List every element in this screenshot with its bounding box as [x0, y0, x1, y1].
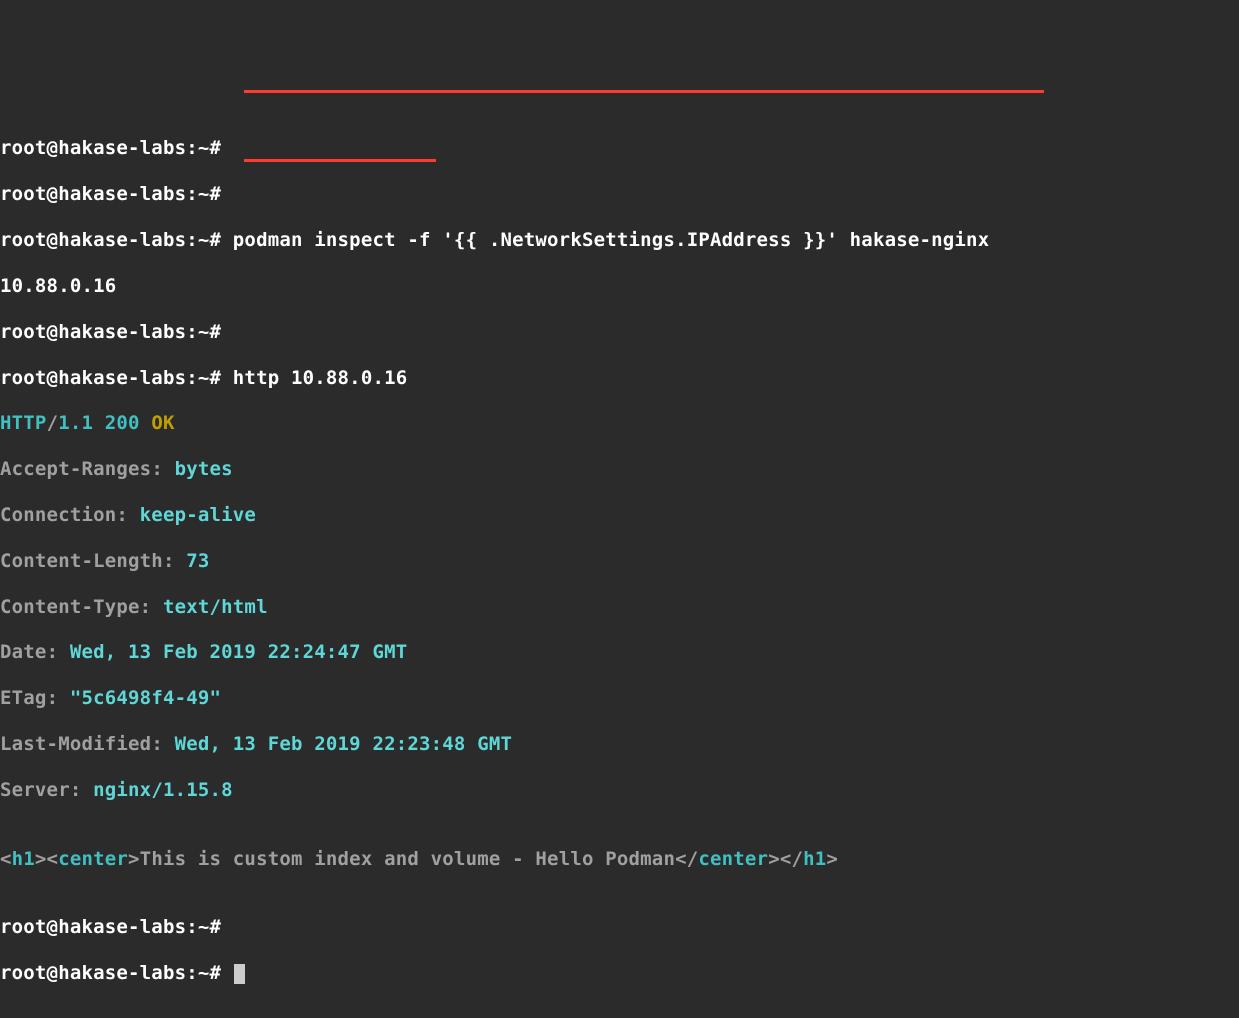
sp — [93, 412, 105, 434]
prompt-line: root@hakase-labs:~# — [0, 183, 1239, 206]
command-line: root@hakase-labs:~# podman inspect -f '{… — [0, 229, 1239, 252]
header-key: Date — [0, 641, 47, 663]
prompt-hash: # — [210, 137, 222, 159]
prompt-user: root@hakase-labs — [0, 962, 186, 984]
body-angle: ></ — [768, 848, 803, 870]
header-line: ETag: "5c6498f4-49" — [0, 687, 1239, 710]
header-line: Last-Modified: Wed, 13 Feb 2019 22:23:48… — [0, 733, 1239, 756]
body-angle: >< — [35, 848, 58, 870]
http-status-line: HTTP/1.1 200 OK — [0, 412, 1239, 435]
header-colon: : — [47, 687, 70, 709]
prompt-line-active[interactable]: root@hakase-labs:~# — [0, 962, 1239, 985]
header-key: Content-Type — [0, 596, 140, 618]
body-tag: h1 — [12, 848, 35, 870]
prompt-path: ~ — [198, 183, 210, 205]
header-colon: : — [151, 458, 174, 480]
prompt-sep: : — [186, 137, 198, 159]
highlight-underline-1 — [244, 90, 1044, 93]
prompt-sep: : — [186, 321, 198, 343]
prompt-line: root@hakase-labs:~# — [0, 321, 1239, 344]
prompt-line: root@hakase-labs:~# — [0, 916, 1239, 939]
body-angle: > — [826, 848, 838, 870]
prompt-path: ~ — [198, 962, 210, 984]
prompt-hash: # — [210, 229, 222, 251]
prompt-path: ~ — [198, 321, 210, 343]
prompt-path: ~ — [198, 916, 210, 938]
header-value: text/html — [163, 596, 268, 618]
prompt-user: root@hakase-labs — [0, 137, 186, 159]
http-proto: HTTP — [0, 412, 47, 434]
http-slash: / — [47, 412, 59, 434]
header-colon: : — [70, 779, 93, 801]
prompt-user: root@hakase-labs — [0, 183, 186, 205]
prompt-hash: # — [210, 962, 222, 984]
header-value: keep-alive — [140, 504, 256, 526]
sp — [140, 412, 152, 434]
header-value: bytes — [175, 458, 233, 480]
header-key: Server — [0, 779, 70, 801]
header-line: Server: nginx/1.15.8 — [0, 779, 1239, 802]
header-line: Date: Wed, 13 Feb 2019 22:24:47 GMT — [0, 641, 1239, 664]
prompt-line: root@hakase-labs:~# — [0, 137, 1239, 160]
header-colon: : — [163, 550, 186, 572]
prompt-hash: # — [210, 183, 222, 205]
header-key: ETag — [0, 687, 47, 709]
prompt-user: root@hakase-labs — [0, 367, 186, 389]
prompt-hash: # — [210, 916, 222, 938]
header-value: "5c6498f4-49" — [70, 687, 221, 709]
header-colon: : — [116, 504, 139, 526]
prompt-user: root@hakase-labs — [0, 229, 186, 251]
http-code: 200 — [105, 412, 140, 434]
body-tag: center — [58, 848, 128, 870]
prompt-path: ~ — [198, 137, 210, 159]
cursor-icon — [234, 964, 245, 984]
ip-output: 10.88.0.16 — [0, 275, 116, 297]
output-line: 10.88.0.16 — [0, 275, 1239, 298]
header-value: nginx/1.15.8 — [93, 779, 233, 801]
header-colon: : — [140, 596, 163, 618]
prompt-hash: # — [210, 367, 222, 389]
header-value: Wed, 13 Feb 2019 22:24:47 GMT — [70, 641, 408, 663]
prompt-path: ~ — [198, 367, 210, 389]
prompt-sep: : — [186, 962, 198, 984]
prompt-user: root@hakase-labs — [0, 916, 186, 938]
prompt-sep: : — [186, 229, 198, 251]
body-tag: center — [698, 848, 768, 870]
header-line: Content-Type: text/html — [0, 596, 1239, 619]
prompt-sep: : — [186, 916, 198, 938]
prompt-path: ~ — [198, 229, 210, 251]
header-key: Accept-Ranges — [0, 458, 151, 480]
header-line: Accept-Ranges: bytes — [0, 458, 1239, 481]
terminal[interactable]: root@hakase-labs:~# root@hakase-labs:~# … — [0, 69, 1239, 1008]
command-text: http 10.88.0.16 — [221, 367, 407, 389]
header-line: Connection: keep-alive — [0, 504, 1239, 527]
body-angle: < — [0, 848, 12, 870]
header-colon: : — [47, 641, 70, 663]
prompt-sep: : — [186, 183, 198, 205]
prompt-sep: : — [186, 367, 198, 389]
command-text: podman inspect -f '{{ .NetworkSettings.I… — [221, 229, 989, 251]
header-line: Content-Length: 73 — [0, 550, 1239, 573]
http-reason: OK — [151, 412, 174, 434]
body-line: <h1><center>This is custom index and vol… — [0, 848, 1239, 871]
body-text: >This is custom index and volume - Hello… — [128, 848, 698, 870]
prompt-hash: # — [210, 321, 222, 343]
header-key: Connection — [0, 504, 116, 526]
header-key: Content-Length — [0, 550, 163, 572]
http-version: 1.1 — [58, 412, 93, 434]
body-tag: h1 — [803, 848, 826, 870]
command-line: root@hakase-labs:~# http 10.88.0.16 — [0, 367, 1239, 390]
header-colon: : — [151, 733, 174, 755]
header-key: Last-Modified — [0, 733, 151, 755]
prompt-user: root@hakase-labs — [0, 321, 186, 343]
header-value: Wed, 13 Feb 2019 22:23:48 GMT — [175, 733, 513, 755]
header-value: 73 — [186, 550, 209, 572]
